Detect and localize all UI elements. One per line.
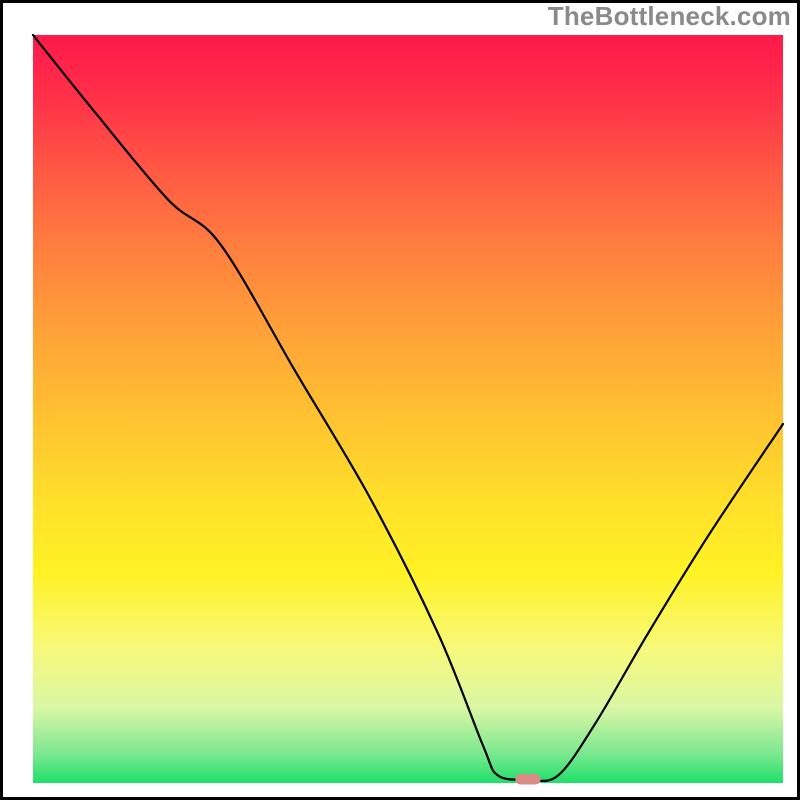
optimal-point-marker bbox=[515, 774, 541, 784]
bottleneck-curve bbox=[33, 35, 783, 783]
chart-frame: TheBottleneck.com bbox=[0, 0, 800, 800]
curve-path bbox=[33, 35, 783, 781]
plot-area bbox=[33, 35, 783, 783]
watermark-text: TheBottleneck.com bbox=[548, 1, 791, 32]
